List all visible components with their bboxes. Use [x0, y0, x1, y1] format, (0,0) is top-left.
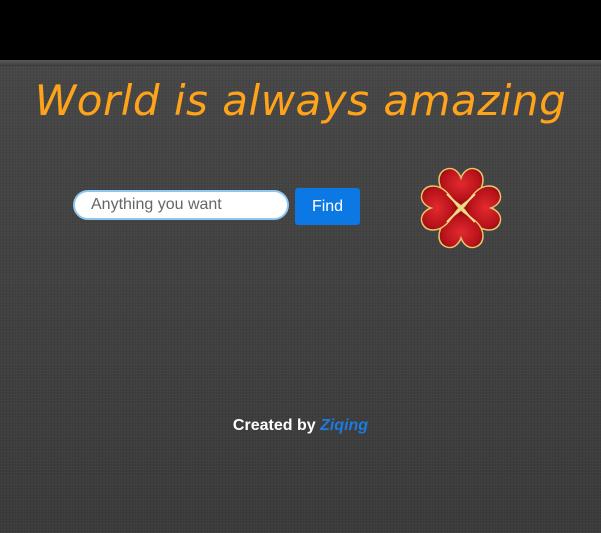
- four-leaf-heart-clover-icon: [420, 167, 502, 249]
- search-input[interactable]: [73, 190, 289, 220]
- top-bar: [0, 0, 601, 60]
- footer-credit: Created by Ziqing: [0, 417, 601, 435]
- page-background: World is always amazing Find: [0, 66, 601, 533]
- find-button[interactable]: Find: [295, 188, 360, 225]
- created-by-label: Created by: [232, 417, 316, 434]
- author-link[interactable]: Ziqing: [320, 417, 368, 434]
- page-headline: World is always amazing: [34, 76, 567, 125]
